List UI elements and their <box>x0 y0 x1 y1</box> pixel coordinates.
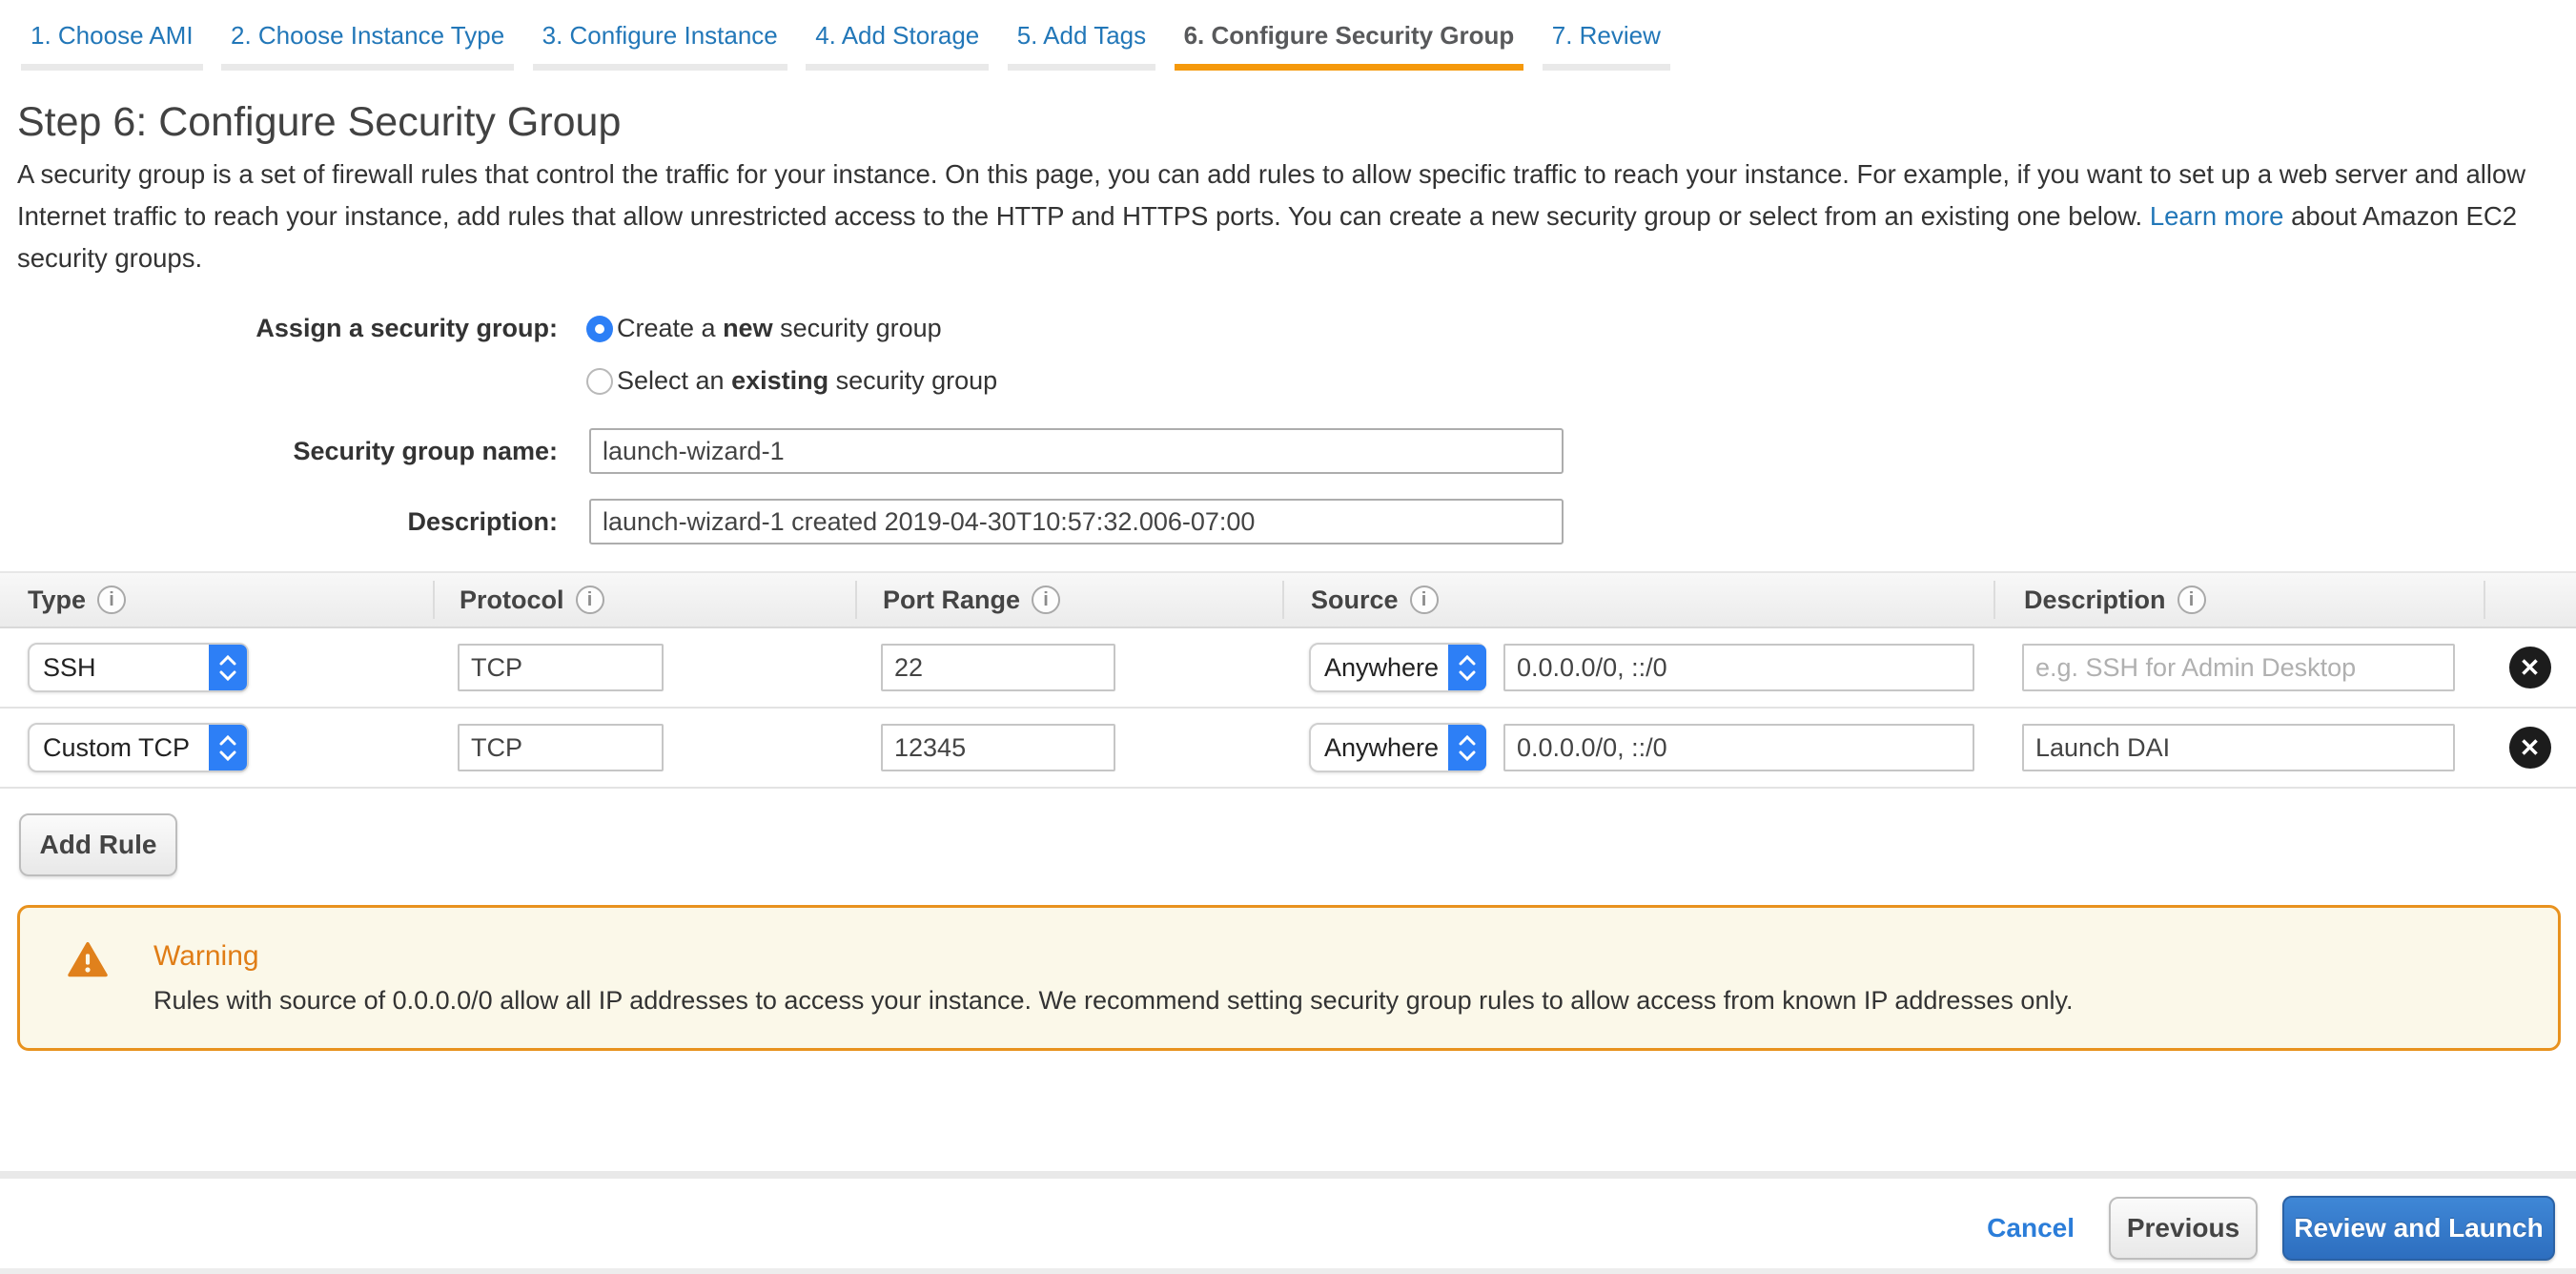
security-group-name-row: Security group name: <box>0 428 2576 474</box>
description-row: Description: <box>0 499 2576 545</box>
header-port-range: Port Range i <box>855 581 1282 619</box>
security-group-form: Assign a security group: Create a new se… <box>0 314 2576 545</box>
source-select[interactable]: Anywhere <box>1309 643 1486 692</box>
protocol-cell <box>433 644 855 691</box>
chevron-up-down-icon <box>1448 645 1486 690</box>
assign-security-group-row: Assign a security group: Create a new se… <box>0 314 2576 396</box>
header-description: Description i <box>1993 581 2484 619</box>
description-input[interactable] <box>589 499 1564 545</box>
radio-group: Create a new security group Select an ex… <box>558 314 997 396</box>
add-rule-button[interactable]: Add Rule <box>19 813 177 876</box>
warning-icon <box>68 942 108 978</box>
protocol-cell <box>433 724 855 771</box>
source-value-input[interactable] <box>1503 724 1974 771</box>
security-rules-table: Type i Protocol i Port Range i Source i … <box>0 571 2576 789</box>
description-info-icon[interactable]: i <box>2177 586 2206 614</box>
description-label: Description: <box>0 507 558 537</box>
radio-create-new[interactable] <box>586 316 613 342</box>
chevron-up-down-icon <box>1448 725 1486 771</box>
description-cell <box>1993 644 2484 691</box>
port-range-input[interactable] <box>881 644 1115 691</box>
header-protocol: Protocol i <box>433 581 855 619</box>
header-source: Source i <box>1282 581 1993 619</box>
radio-create-new-label: Create a new security group <box>617 314 942 343</box>
tab-choose-instance-type[interactable]: 2. Choose Instance Type <box>221 15 514 71</box>
table-row: Custom TCP Anywhere <box>0 709 2576 789</box>
tab-configure-instance[interactable]: 3. Configure Instance <box>533 15 787 71</box>
security-group-name-label: Security group name: <box>0 437 558 466</box>
page-title: Step 6: Configure Security Group <box>17 99 2576 146</box>
protocol-info-icon[interactable]: i <box>576 586 604 614</box>
delete-rule-button[interactable]: ✕ <box>2509 727 2551 769</box>
rule-description-input[interactable] <box>2022 724 2455 771</box>
close-icon: ✕ <box>2520 735 2541 760</box>
delete-cell: ✕ <box>2484 647 2576 688</box>
bottom-edge-strip <box>0 1268 2576 1274</box>
source-cell: Anywhere <box>1282 723 1993 772</box>
learn-more-link[interactable]: Learn more <box>2150 201 2284 231</box>
cancel-link[interactable]: Cancel <box>1987 1213 2075 1243</box>
chevron-up-down-icon <box>209 645 247 690</box>
tab-review[interactable]: 7. Review <box>1543 15 1670 71</box>
radio-option-create-new[interactable]: Create a new security group <box>586 314 997 343</box>
close-icon: ✕ <box>2520 655 2541 680</box>
header-type: Type i <box>0 581 433 619</box>
tab-add-tags[interactable]: 5. Add Tags <box>1008 15 1155 71</box>
warning-content: Warning Rules with source of 0.0.0.0/0 a… <box>153 940 2073 1016</box>
table-header-row: Type i Protocol i Port Range i Source i … <box>0 571 2576 628</box>
review-and-launch-button[interactable]: Review and Launch <box>2282 1196 2555 1261</box>
table-row: SSH Anywhere <box>0 628 2576 709</box>
footer-divider <box>0 1171 2576 1179</box>
type-cell: SSH <box>0 643 433 692</box>
header-delete-column <box>2484 581 2576 619</box>
type-info-icon[interactable]: i <box>97 586 126 614</box>
source-select[interactable]: Anywhere <box>1309 723 1486 772</box>
security-group-name-input[interactable] <box>589 428 1564 474</box>
tab-configure-security-group[interactable]: 6. Configure Security Group <box>1175 15 1524 71</box>
protocol-input <box>458 724 664 771</box>
wizard-tabbar: 1. Choose AMI 2. Choose Instance Type 3.… <box>0 0 2576 71</box>
delete-cell: ✕ <box>2484 727 2576 769</box>
radio-select-existing-label: Select an existing security group <box>617 366 997 396</box>
port-range-input[interactable] <box>881 724 1115 771</box>
warning-title: Warning <box>153 940 2073 973</box>
port-range-cell <box>855 724 1282 771</box>
description-cell <box>1993 724 2484 771</box>
assign-security-group-label: Assign a security group: <box>0 314 558 343</box>
protocol-input <box>458 644 664 691</box>
rule-description-input[interactable] <box>2022 644 2455 691</box>
source-info-icon[interactable]: i <box>1410 586 1439 614</box>
source-value-input[interactable] <box>1503 644 1974 691</box>
source-cell: Anywhere <box>1282 643 1993 692</box>
delete-rule-button[interactable]: ✕ <box>2509 647 2551 688</box>
radio-select-existing[interactable] <box>586 368 613 395</box>
type-select[interactable]: Custom TCP <box>28 723 249 772</box>
tab-choose-ami[interactable]: 1. Choose AMI <box>21 15 203 71</box>
radio-option-select-existing[interactable]: Select an existing security group <box>586 366 997 396</box>
chevron-up-down-icon <box>209 725 247 771</box>
previous-button[interactable]: Previous <box>2109 1197 2258 1260</box>
type-select[interactable]: SSH <box>28 643 249 692</box>
tab-add-storage[interactable]: 4. Add Storage <box>806 15 989 71</box>
port-range-info-icon[interactable]: i <box>1032 586 1060 614</box>
intro-paragraph: A security group is a set of firewall ru… <box>17 154 2558 279</box>
footer: Cancel Previous Review and Launch <box>0 1179 2576 1268</box>
warning-box: Warning Rules with source of 0.0.0.0/0 a… <box>17 905 2561 1051</box>
type-cell: Custom TCP <box>0 723 433 772</box>
port-range-cell <box>855 644 1282 691</box>
warning-message: Rules with source of 0.0.0.0/0 allow all… <box>153 986 2073 1016</box>
